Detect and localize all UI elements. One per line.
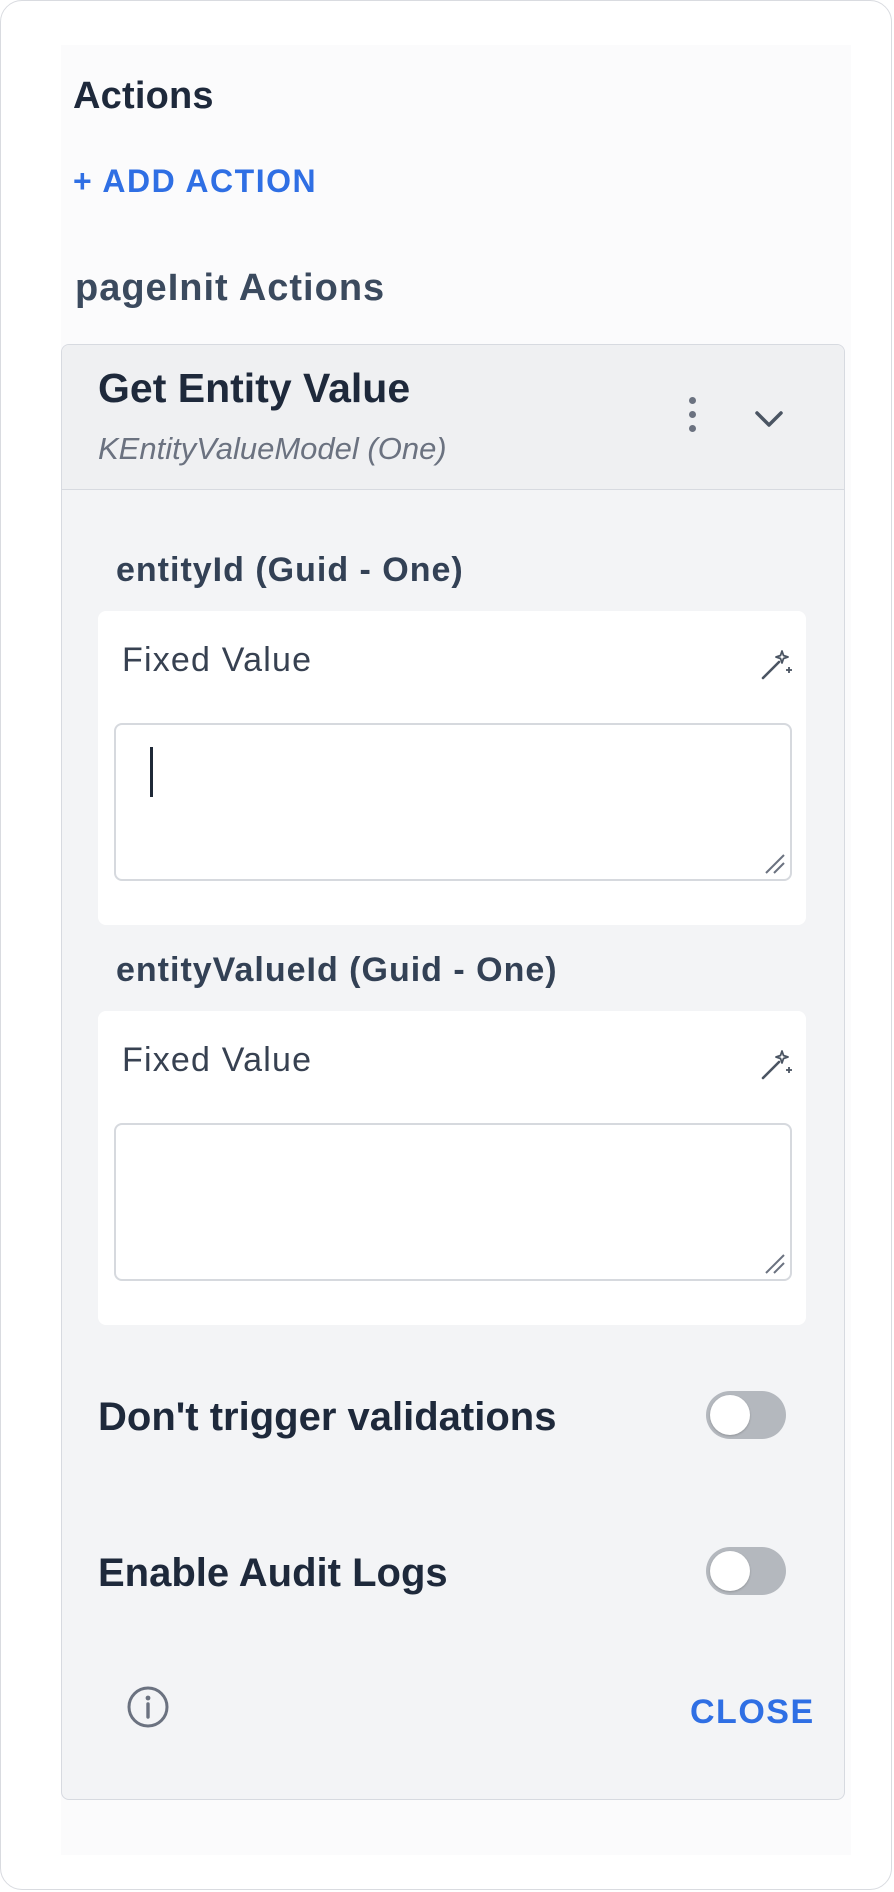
- chevron-down-icon[interactable]: [747, 397, 791, 441]
- resize-grip-icon[interactable]: [762, 1251, 786, 1275]
- param-box-entity-id: Fixed Value: [98, 611, 806, 925]
- dont-trigger-validations-toggle[interactable]: [706, 1391, 786, 1439]
- entity-id-textarea[interactable]: [114, 723, 792, 881]
- text-caret: [150, 747, 153, 797]
- action-subtitle: KEntityValueModel (One): [98, 431, 447, 466]
- resize-grip-icon[interactable]: [762, 851, 786, 875]
- enable-audit-logs-label: Enable Audit Logs: [98, 1551, 448, 1595]
- close-button[interactable]: CLOSE: [690, 1693, 815, 1732]
- fixed-value-label: Fixed Value: [122, 1041, 313, 1079]
- param-label-entity-id: entityId (Guid - One): [116, 551, 464, 589]
- param-label-entity-value-id: entityValueId (Guid - One): [116, 951, 558, 989]
- magic-wand-icon[interactable]: [758, 1047, 794, 1083]
- toggle-knob: [710, 1551, 750, 1591]
- action-card-header[interactable]: Get Entity Value KEntityValueModel (One): [62, 345, 844, 490]
- kebab-icon[interactable]: [684, 397, 700, 441]
- fixed-value-label: Fixed Value: [122, 641, 313, 679]
- magic-wand-icon[interactable]: [758, 647, 794, 683]
- dont-trigger-validations-label: Don't trigger validations: [98, 1395, 557, 1439]
- enable-audit-logs-toggle[interactable]: [706, 1547, 786, 1595]
- param-box-entity-value-id: Fixed Value: [98, 1011, 806, 1325]
- panel-title: Actions: [73, 75, 214, 117]
- action-card: Get Entity Value KEntityValueModel (One)…: [61, 344, 845, 1800]
- action-title: Get Entity Value: [98, 365, 411, 411]
- toggle-knob: [710, 1395, 750, 1435]
- info-icon[interactable]: [126, 1685, 170, 1729]
- panel-frame: Actions + ADD ACTION pageInit Actions Ge…: [0, 0, 892, 1890]
- add-action-button[interactable]: + ADD ACTION: [73, 163, 317, 200]
- section-title: pageInit Actions: [75, 267, 386, 309]
- entity-value-id-textarea[interactable]: [114, 1123, 792, 1281]
